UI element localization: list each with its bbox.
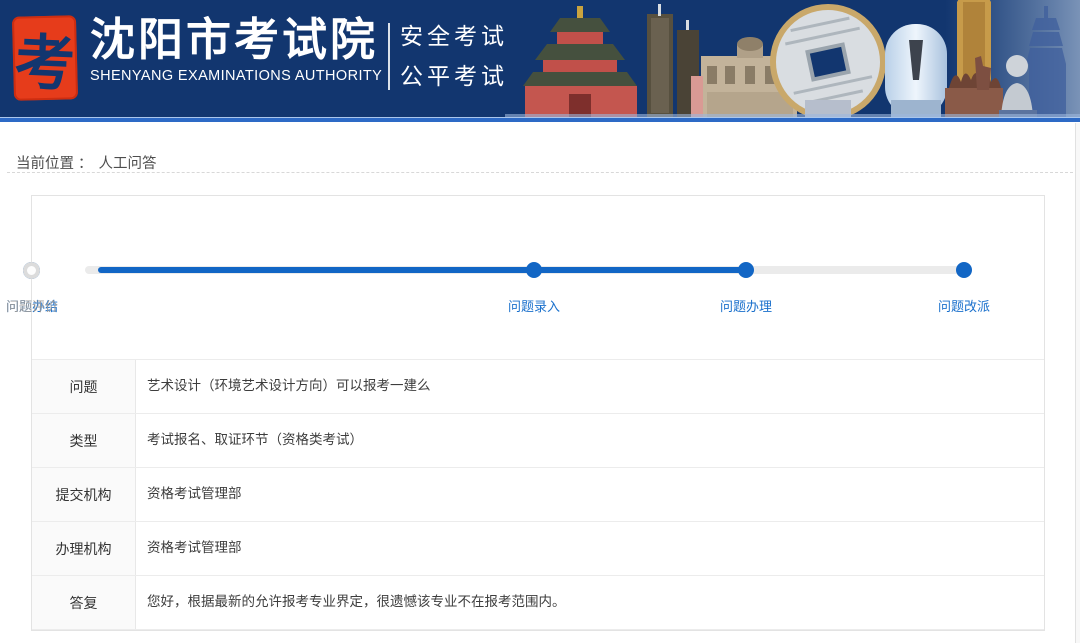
table-row-handling-org: 办理机构 资格考试管理部 [32, 522, 1044, 576]
row-label: 类型 [32, 414, 136, 467]
slogan-block: 安全考试 公平考试 [400, 17, 508, 97]
page-scrollbar[interactable] [1075, 123, 1080, 643]
step-label: 问题录入 [507, 299, 560, 314]
row-value: 资格考试管理部 [147, 486, 242, 502]
row-value: 艺术设计（环境艺术设计方向）可以报考一建么 [147, 378, 431, 394]
breadcrumb: 当前位置 ： 人工问答 [0, 122, 1080, 172]
step-dot-icon [23, 262, 40, 279]
row-value: 您好，根据最新的允许报考专业界定，很遗憾该专业不在报考范围内。 [147, 594, 566, 610]
table-row-reply: 答复 您好，根据最新的允许报考专业界定，很遗憾该专业不在报考范围内。 [32, 576, 1044, 630]
table-row-submitting-org: 提交机构 资格考试管理部 [32, 468, 1044, 522]
header-vertical-divider [388, 23, 390, 90]
stepper-track-completed [98, 267, 746, 273]
row-label: 答复 [32, 576, 136, 629]
slogan-line-2: 公平考试 [400, 64, 508, 90]
row-label: 办理机构 [32, 522, 136, 575]
breadcrumb-current-page: 人工问答 [98, 156, 157, 172]
step-dot-icon [956, 262, 972, 278]
row-value: 资格考试管理部 [147, 540, 242, 556]
org-name-english: SHENYANG EXAMINATIONS AUTHORITY [90, 67, 383, 84]
table-row-type: 类型 考试报名、取证环节（资格类考试） [32, 414, 1044, 468]
site-title-block[interactable]: 沈阳市考试院 SHENYANG EXAMINATIONS AUTHORITY [90, 14, 382, 84]
row-label: 提交机构 [32, 468, 136, 521]
seal-character: 考 [13, 27, 77, 100]
step-label: 问题评价 [5, 299, 58, 314]
slogan-line-1: 安全考试 [400, 24, 508, 50]
step-dot-icon [738, 262, 754, 278]
progress-stepper: 问题录入 问题办理 问题改派 问题办结 问题评价 [6, 196, 1044, 360]
breadcrumb-prefix: 当前位置 ： [16, 156, 93, 172]
site-header: 考 沈阳市考试院 SHENYANG EXAMINATIONS AUTHORITY… [0, 0, 1080, 117]
step-dot-icon [526, 262, 542, 278]
dashed-divider [7, 172, 1073, 173]
step-label: 问题办理 [719, 299, 772, 314]
exam-seal-logo-icon[interactable]: 考 [11, 15, 79, 101]
city-landmarks-image [505, 0, 1080, 117]
row-value: 考试报名、取证环节（资格类考试） [147, 432, 363, 448]
table-row-question: 问题 艺术设计（环境艺术设计方向）可以报考一建么 [32, 360, 1044, 414]
org-name-chinese: 沈阳市考试院 [90, 14, 379, 65]
step-label: 问题改派 [937, 299, 990, 314]
row-label: 问题 [32, 360, 136, 413]
qa-detail-panel: 问题录入 问题办理 问题改派 问题办结 问题评价 问题 艺术设计（环境艺术设计方… [6, 195, 1045, 631]
